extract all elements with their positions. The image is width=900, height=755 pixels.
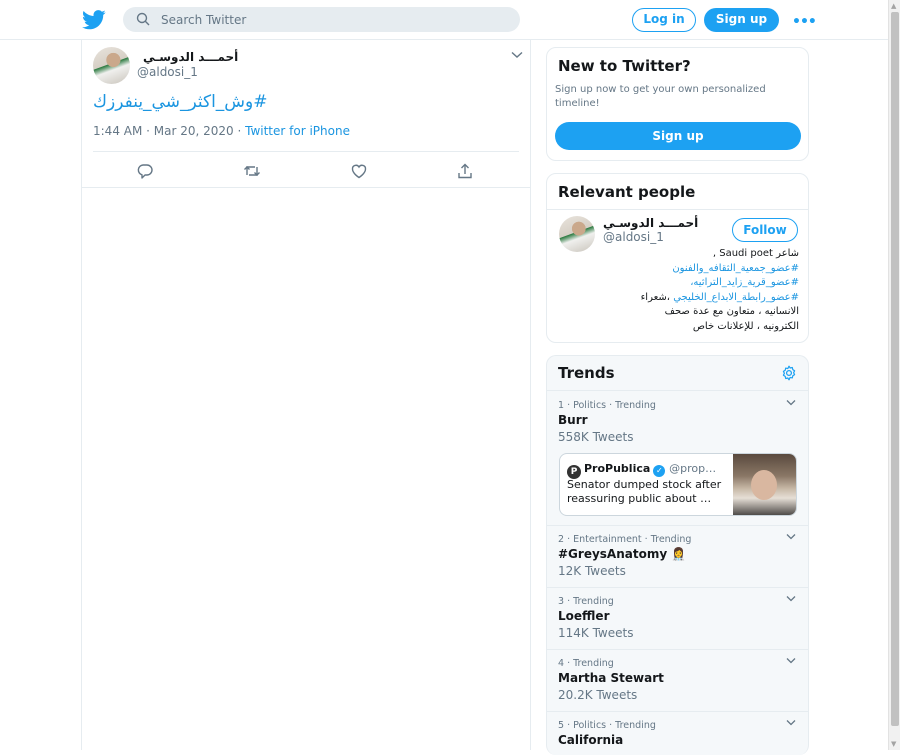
trend-name[interactable]: #GreysAnatomy 👩‍⚕️	[558, 547, 686, 561]
bio-line: الانسانيه ، متعاون مع عدة صحف	[664, 306, 799, 318]
trend-count: 12K Tweets	[558, 564, 626, 578]
card-title: New to Twitter?	[558, 57, 691, 75]
news-source-name: ProPublica	[584, 462, 651, 475]
avatar[interactable]	[93, 47, 130, 84]
relevant-people-card: Relevant people أحمـــد الدوسـي @aldosi_…	[546, 173, 809, 343]
trend-item[interactable]: 2 · Entertainment · Trending #GreysAnato…	[547, 526, 808, 588]
trend-count: 20.2K Tweets	[558, 688, 638, 702]
scroll-up-arrow-icon[interactable]: ▲	[891, 2, 896, 10]
more-menu-icon[interactable]: •••	[792, 14, 817, 30]
trend-name[interactable]: Loeffler	[558, 609, 609, 623]
bio-hashtag-link[interactable]: #عضو_رابطة_الابداع_الخليجي	[673, 292, 799, 303]
news-headline[interactable]: Senator dumped stock after reassuring pu…	[567, 478, 727, 506]
trend-item[interactable]: 5 · Politics · Trending California	[547, 712, 808, 755]
chevron-down-icon[interactable]	[511, 51, 523, 59]
main-column: أحمـــد الدوسـي @aldosi_1 #وش_اكثر_شي_ين…	[81, 40, 531, 750]
trend-item[interactable]: 4 · Trending Martha Stewart 20.2K Tweets	[547, 650, 808, 712]
trends-header: Trends	[547, 356, 808, 391]
display-name[interactable]: أحمـــد الدوسـي	[143, 50, 238, 64]
bio-text: ،شعراء	[640, 291, 674, 303]
share-icon[interactable]	[456, 162, 474, 180]
trend-meta: 2 · Entertainment · Trending	[558, 534, 692, 545]
signup-cta-button[interactable]: Sign up	[555, 122, 801, 150]
bio-hashtag-link[interactable]: #عضو_جمعية_الثقافه_والفنون	[557, 262, 799, 277]
trend-name[interactable]: Martha Stewart	[558, 671, 664, 685]
search-box[interactable]	[123, 7, 520, 32]
bio-line: شاعر Saudi poet ,	[712, 248, 799, 259]
trend-name[interactable]: Burr	[558, 413, 588, 427]
news-source: P ProPublica ✓ @prop…	[567, 462, 716, 479]
tweet-time[interactable]: 1:44 AM · Mar 20, 2020 ·	[93, 124, 245, 138]
page-scrollbar[interactable]: ▲ ▼	[888, 0, 900, 750]
person-name[interactable]: أحمـــد الدوسـي	[603, 216, 698, 230]
card-title: Trends	[558, 364, 615, 382]
like-icon[interactable]	[350, 162, 368, 180]
trend-meta: 3 · Trending	[558, 596, 614, 607]
news-thumbnail[interactable]	[733, 454, 796, 515]
user-handle[interactable]: @aldosi_1	[137, 65, 198, 79]
login-button[interactable]: Log in	[632, 8, 696, 32]
new-to-twitter-card: New to Twitter? Sign up now to get your …	[546, 47, 809, 161]
news-handle: @prop…	[669, 462, 717, 475]
divider	[547, 209, 808, 210]
trend-meta: 5 · Politics · Trending	[558, 720, 656, 731]
chevron-down-icon[interactable]	[786, 595, 796, 602]
trend-meta: 1 · Politics · Trending	[558, 400, 656, 411]
top-bar: Log in Sign up •••	[0, 0, 888, 40]
bio-line: #عضو_رابطة_الابداع_الخليجي ،شعراء	[557, 291, 799, 306]
trend-count: 558K Tweets	[558, 430, 634, 444]
propublica-logo-icon: P	[567, 465, 581, 479]
signup-description: Sign up now to get your own personalized…	[555, 84, 766, 109]
trend-item[interactable]: 3 · Trending Loeffler 114K Tweets	[547, 588, 808, 650]
person-bio: شاعر Saudi poet , #عضو_جمعية_الثقافه_وال…	[557, 247, 799, 335]
trend-item[interactable]: 1 · Politics · Trending Burr 558K Tweets…	[547, 392, 808, 526]
news-card[interactable]: P ProPublica ✓ @prop… Senator dumped stock…	[559, 453, 797, 516]
follow-button[interactable]: Follow	[732, 218, 798, 242]
chevron-down-icon[interactable]	[786, 399, 796, 406]
card-title: Relevant people	[558, 183, 696, 201]
verified-badge-icon: ✓	[653, 465, 666, 477]
tweet-header: أحمـــد الدوسـي @aldosi_1	[93, 47, 523, 87]
person-handle[interactable]: @aldosi_1	[603, 230, 664, 244]
gear-icon[interactable]	[781, 365, 797, 381]
scroll-thumb[interactable]	[891, 12, 899, 726]
tweet-source-link[interactable]: Twitter for iPhone	[245, 124, 350, 138]
tweet-timestamp: 1:44 AM · Mar 20, 2020 · Twitter for iPh…	[93, 124, 350, 138]
tweet-hashtag[interactable]: #وش_اكثر_شي_ينفرزك	[93, 92, 268, 112]
search-icon	[136, 12, 150, 26]
chevron-down-icon[interactable]	[786, 657, 796, 664]
chevron-down-icon[interactable]	[786, 533, 796, 540]
trends-card: Trends 1 · Politics · Trending Burr 558K…	[546, 355, 809, 755]
twitter-logo-icon[interactable]	[82, 9, 106, 31]
bio-hashtag-link[interactable]: #عضو_قرية_زايد_التراثيه،	[557, 276, 799, 291]
signup-button[interactable]: Sign up	[704, 8, 779, 32]
trend-count: 114K Tweets	[558, 626, 634, 640]
tweet-actions	[93, 151, 519, 187]
search-input[interactable]	[161, 7, 501, 32]
divider	[82, 187, 530, 188]
reply-icon[interactable]	[136, 162, 154, 180]
scroll-down-arrow-icon[interactable]: ▼	[891, 740, 896, 748]
trend-meta: 4 · Trending	[558, 658, 614, 669]
trend-name[interactable]: California	[558, 733, 623, 747]
retweet-icon[interactable]	[243, 162, 261, 180]
chevron-down-icon[interactable]	[786, 719, 796, 726]
bio-line: الكترونيه ، للإعلانات خاص	[692, 320, 799, 332]
